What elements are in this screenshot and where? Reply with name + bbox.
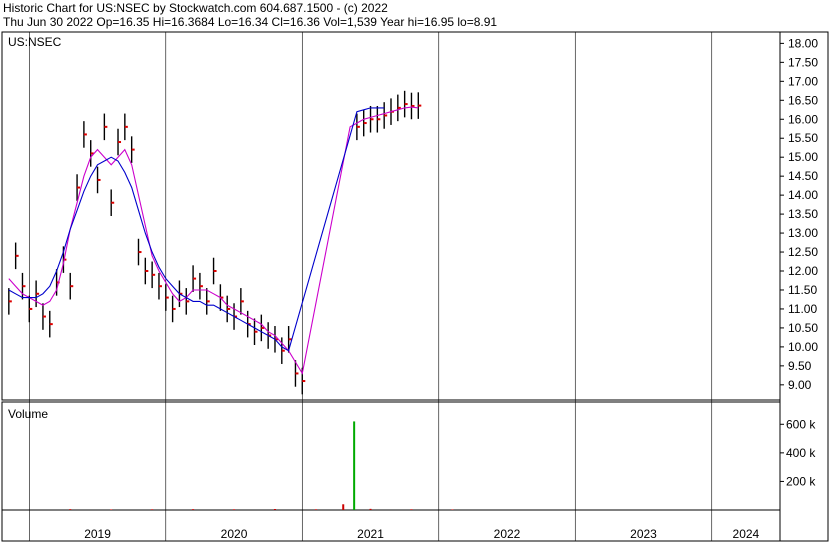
price-tick-label: 14.50 bbox=[788, 169, 818, 183]
date-axis-frame bbox=[1, 509, 781, 542]
price-tick-label: 15.50 bbox=[788, 131, 818, 145]
price-tick-label: 16.00 bbox=[788, 112, 818, 126]
price-tick-label: 9.50 bbox=[788, 359, 812, 373]
volume-tick-label: 400 k bbox=[786, 446, 816, 460]
price-tick-label: 10.50 bbox=[788, 321, 818, 335]
volume-bar bbox=[192, 509, 195, 510]
price-panel-title: US:NSEC bbox=[8, 35, 62, 49]
year-label: 2019 bbox=[84, 527, 111, 541]
historic-price-chart: 18.00 17.50 17.00 16.50 16.00 15.50 15.00 14.50… bbox=[1, 31, 829, 542]
price-tick-label: 16.50 bbox=[788, 93, 818, 107]
volume-bar bbox=[451, 509, 454, 510]
volume-bar bbox=[110, 509, 113, 510]
price-tick-label: 17.00 bbox=[788, 74, 818, 88]
volume-bar bbox=[342, 504, 345, 510]
price-tick-label: 12.50 bbox=[788, 245, 818, 259]
year-label: 2022 bbox=[494, 527, 521, 541]
price-tick-label: 9.00 bbox=[788, 378, 812, 392]
price-tick-label: 17.50 bbox=[788, 55, 818, 69]
year-label: 2021 bbox=[357, 527, 384, 541]
price-tick-label: 12.00 bbox=[788, 264, 818, 278]
volume-bar bbox=[410, 509, 413, 510]
price-tick-label: 14.00 bbox=[788, 188, 818, 202]
price-tick-label: 10.00 bbox=[788, 340, 818, 354]
volume-bar bbox=[314, 509, 317, 510]
volume-bar bbox=[151, 509, 154, 510]
year-label: 2023 bbox=[630, 527, 657, 541]
moving-average-long-line bbox=[8, 107, 385, 352]
volume-bar bbox=[273, 509, 276, 510]
price-tick-label: 13.50 bbox=[788, 207, 818, 221]
price-tick-label: 18.00 bbox=[788, 36, 818, 50]
price-tick-label: 13.00 bbox=[788, 226, 818, 240]
volume-bar bbox=[69, 509, 72, 510]
volume-bar bbox=[369, 508, 372, 510]
volume-bar bbox=[233, 509, 236, 510]
volume-panel-frame bbox=[1, 401, 781, 511]
price-panel-frame bbox=[1, 31, 781, 401]
volume-tick-label: 600 k bbox=[786, 417, 816, 431]
volume-panel-title: Volume bbox=[8, 407, 48, 421]
moving-average-short-line bbox=[8, 106, 419, 375]
volume-bar bbox=[353, 421, 356, 510]
price-tick-label: 11.50 bbox=[788, 283, 817, 297]
year-label: 2024 bbox=[733, 527, 760, 541]
volume-tick-label: 200 k bbox=[786, 474, 816, 488]
year-label: 2020 bbox=[221, 527, 248, 541]
price-tick-label: 15.00 bbox=[788, 150, 818, 164]
price-tick-label: 11.00 bbox=[788, 302, 817, 316]
